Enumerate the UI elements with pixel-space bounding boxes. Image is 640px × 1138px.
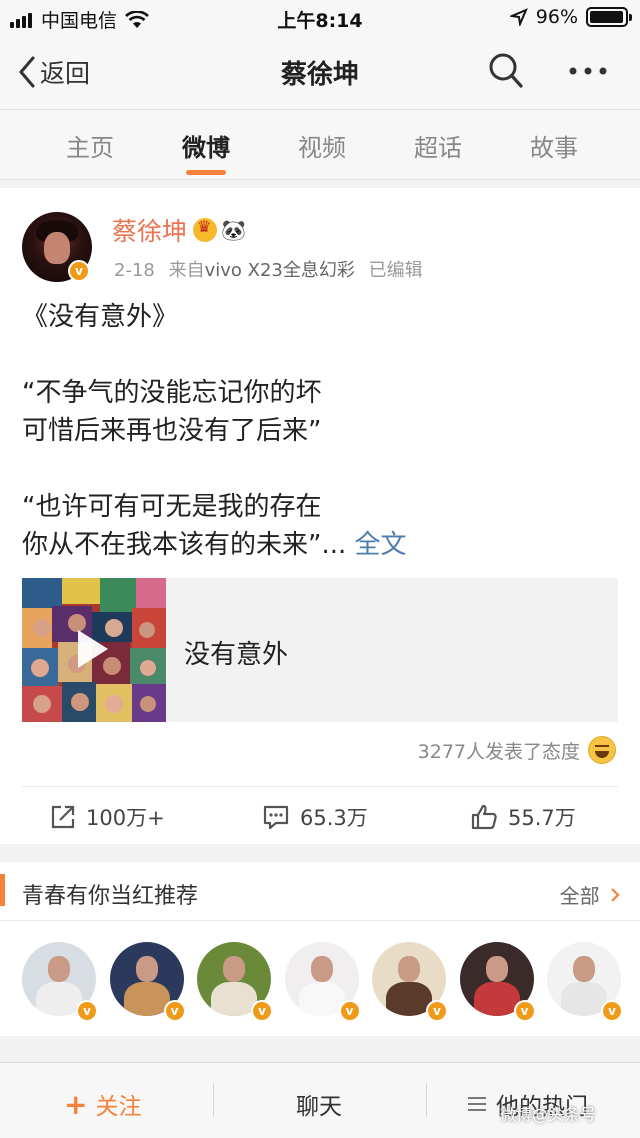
panda-icon: 🐼 <box>221 218 246 242</box>
follow-button[interactable]: + 关注 <box>64 1087 141 1121</box>
see-all-label: 全部 <box>559 884 600 908</box>
video-card[interactable]: 没有意外 <box>22 578 618 722</box>
verified-badge-icon: v <box>338 1000 361 1022</box>
back-label: 返回 <box>40 59 91 88</box>
see-all-link[interactable]: 全部 <box>560 880 620 909</box>
verified-badge-icon: v <box>251 1000 273 1022</box>
author-name-text: 蔡徐坤 <box>112 217 188 246</box>
verified-badge-icon: v <box>601 1000 623 1022</box>
active-tab-indicator <box>186 170 226 175</box>
divider <box>22 786 618 787</box>
tab-supertopic[interactable]: 超话 <box>398 128 478 163</box>
chat-button[interactable]: 聊天 <box>296 1087 342 1121</box>
crown-icon <box>193 217 218 242</box>
verified-badge-icon: v <box>513 1000 536 1022</box>
thumbs-up-icon <box>471 804 497 830</box>
chevron-right-icon <box>611 888 620 902</box>
post-line-blank <box>22 450 622 488</box>
verified-badge-icon: v <box>68 260 90 282</box>
like-count: 55.7万 <box>508 806 576 830</box>
post-line-last: 你从不在我本该有的未来”... 全文 <box>22 526 622 564</box>
nav-bar: 返回 蔡徐坤 <box>0 36 640 110</box>
recommend-title: 青春有你当红推荐 <box>22 884 199 909</box>
bottom-action-bar: + 关注 聊天 他的热门 微博@头条号 <box>0 1062 640 1138</box>
post-body: 《没有意外》 “不争气的没能忘记你的坏 可惜后来再也没有了后来” “也许可有可无… <box>22 298 622 564</box>
chat-label: 聊天 <box>296 1094 342 1120</box>
location-arrow-icon <box>509 8 528 26</box>
attitude-summary[interactable]: 3277人发表了态度 <box>418 736 616 764</box>
watermark: 微博@头条号 <box>500 1105 597 1124</box>
repost-button[interactable]: 100万+ <box>50 802 165 832</box>
chevron-left-icon <box>19 56 35 88</box>
comment-button[interactable]: 65.3万 <box>262 802 368 832</box>
video-thumbnail[interactable] <box>22 578 166 722</box>
like-button[interactable]: 55.7万 <box>470 802 576 832</box>
comment-count: 65.3万 <box>300 806 368 830</box>
status-right: 96% <box>509 6 632 28</box>
follow-label: 关注 <box>95 1094 142 1120</box>
plus-icon: + <box>64 1087 88 1121</box>
edited-label: 已编辑 <box>368 260 423 281</box>
post-card: v 蔡徐坤 🐼 2-18 来自vivo X23全息幻彩 已编辑 《没有意外》 “… <box>0 188 640 844</box>
post-line: 你从不在我本该有的未来”... <box>22 530 347 560</box>
post-line: “不争气的没能忘记你的坏 <box>22 378 322 408</box>
verified-badge-icon: v <box>163 1000 186 1022</box>
search-icon[interactable] <box>488 52 524 90</box>
tab-video[interactable]: 视频 <box>282 128 362 163</box>
section-accent-bar <box>0 874 5 906</box>
separator <box>426 1083 427 1117</box>
page-title: 蔡徐坤 <box>280 60 359 90</box>
battery-percent: 96% <box>535 6 578 28</box>
verified-badge-icon: v <box>426 1000 448 1022</box>
post-date: 2-18 <box>114 260 155 281</box>
tab-home[interactable]: 主页 <box>50 128 130 163</box>
post-meta: 2-18 来自vivo X23全息幻彩 已编辑 <box>114 256 423 282</box>
play-icon <box>78 630 108 668</box>
comment-icon <box>263 805 289 830</box>
post-line-blank <box>22 336 622 374</box>
post-line: 可惜后来再也没有了后来” <box>22 416 322 446</box>
status-bar: 中国电信 上午8:14 96% <box>0 0 640 36</box>
laugh-emoji-icon <box>588 736 616 764</box>
author-name[interactable]: 蔡徐坤 🐼 <box>112 212 246 248</box>
separator <box>213 1083 214 1117</box>
post-actions: 100万+ 65.3万 55.7万 <box>0 788 640 844</box>
repost-count: 100万+ <box>86 806 165 830</box>
battery-level <box>590 11 623 23</box>
back-button[interactable]: 返回 <box>18 54 90 90</box>
full-text-link[interactable]: 全文 <box>355 530 407 560</box>
video-title: 没有意外 <box>184 640 289 670</box>
source-prefix: 来自 <box>168 260 205 281</box>
divider <box>0 920 640 921</box>
tab-bar: 主页 微博 视频 超话 故事 <box>0 110 640 180</box>
post-source[interactable]: vivo X23全息幻彩 <box>205 260 355 281</box>
repost-icon <box>51 805 75 829</box>
verified-badge-icon: v <box>76 1000 98 1022</box>
recommend-section: 青春有你当红推荐 全部 v v v v v v v <box>0 862 640 1036</box>
battery-icon <box>586 7 632 27</box>
tab-weibo[interactable]: 微博 <box>166 128 246 163</box>
post-line: 《没有意外》 <box>22 302 179 332</box>
menu-icon <box>468 1097 486 1111</box>
attitude-text: 3277人发表了态度 <box>417 740 580 763</box>
post-line: “也许可有可无是我的存在 <box>22 492 322 522</box>
tab-story[interactable]: 故事 <box>514 128 594 163</box>
more-icon[interactable] <box>568 66 608 76</box>
